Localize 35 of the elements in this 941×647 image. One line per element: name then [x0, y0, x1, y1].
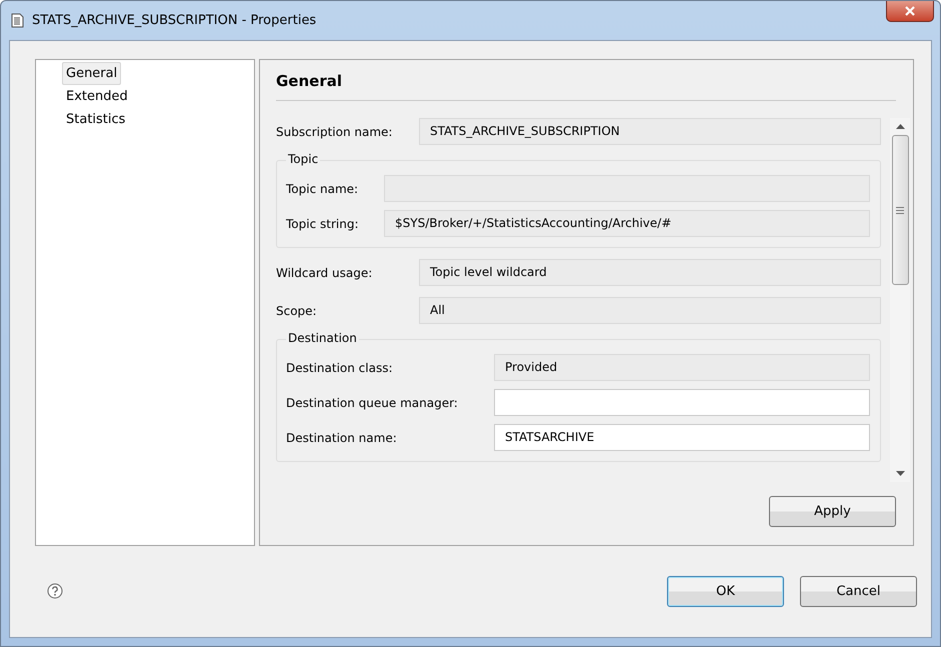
grip-icon: [896, 206, 904, 214]
close-icon[interactable]: [904, 6, 916, 16]
scroll-down-icon[interactable]: [896, 471, 904, 476]
field-label: Scope:: [276, 304, 318, 318]
input-field[interactable]: Topic level wildcard: [419, 259, 881, 286]
field-label: Destination queue manager:: [286, 396, 459, 410]
group-title: Topic: [286, 152, 320, 166]
page-title: General: [276, 60, 896, 101]
document-icon: [11, 13, 24, 28]
input-field[interactable]: Provided: [494, 354, 870, 381]
field-label: Subscription name:: [276, 124, 394, 138]
help-icon[interactable]: [47, 583, 63, 599]
apply-button[interactable]: Apply: [769, 496, 896, 527]
field-label: Destination class:: [286, 360, 394, 374]
sidebar-item[interactable]: Statistics: [62, 108, 130, 131]
field-label: Destination name:: [286, 430, 398, 444]
scroll-up-icon[interactable]: [896, 124, 904, 129]
field-label: Topic name:: [286, 182, 360, 196]
scrollbar[interactable]: [890, 118, 910, 482]
input-field[interactable]: STATSARCHIVE: [494, 424, 870, 451]
sidebar-item[interactable]: General: [62, 62, 122, 85]
input-field[interactable]: STATS_ARCHIVE_SUBSCRIPTION: [419, 118, 881, 145]
input-field[interactable]: $SYS/Broker/+/StatisticsAccounting/Archive/#: [384, 210, 870, 237]
group-title: Destination: [286, 331, 359, 345]
dialog-button[interactable]: OK: [667, 576, 784, 606]
scroll-thumb[interactable]: [892, 135, 908, 285]
close-button[interactable]: [886, 1, 934, 22]
input-field[interactable]: [494, 389, 870, 416]
dialog-button[interactable]: Cancel: [800, 576, 917, 606]
input-field[interactable]: [384, 175, 870, 202]
field-label: Wildcard usage:: [276, 266, 374, 280]
field-label: Topic string:: [286, 216, 360, 230]
window-title: STATS_ARCHIVE_SUBSCRIPTION - Properties: [32, 13, 316, 28]
sidebar-item[interactable]: Extended: [62, 85, 132, 108]
input-field[interactable]: All: [419, 297, 881, 324]
